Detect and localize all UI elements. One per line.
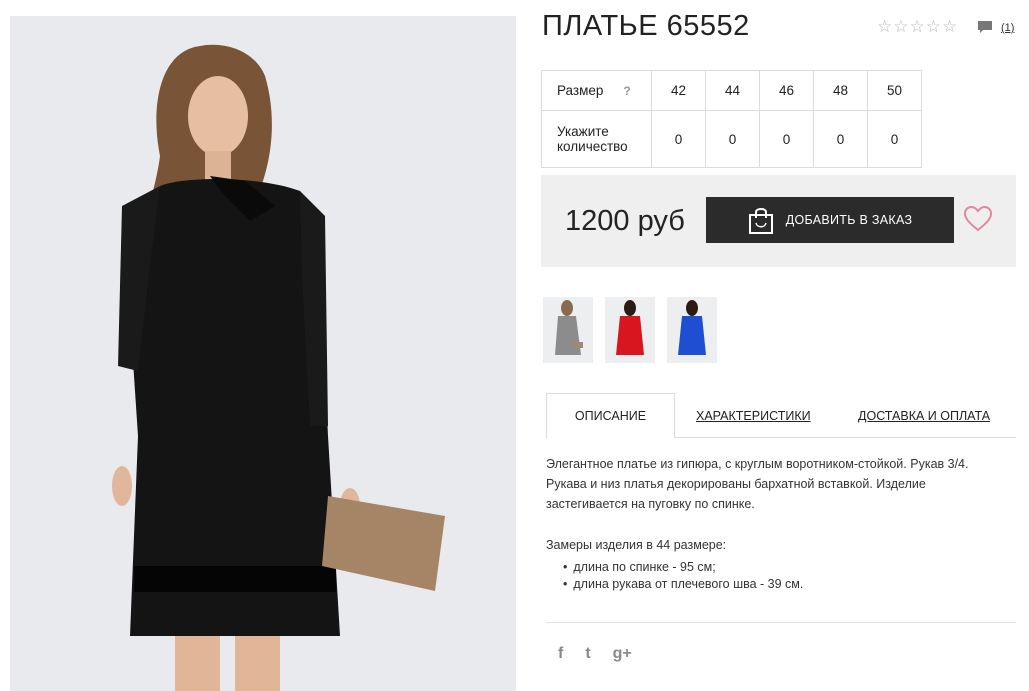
rating-stars[interactable]: ☆ ☆ ☆ ☆ ☆	[877, 18, 957, 35]
size-cell: 42	[651, 70, 706, 111]
star-icon[interactable]: ☆	[942, 18, 957, 35]
price: 1200 руб	[565, 205, 685, 237]
size-cell: 50	[867, 70, 922, 111]
size-label-cell: Размер?	[541, 70, 652, 111]
twitter-icon[interactable]: t	[585, 645, 590, 663]
buy-box: 1200 руб ДОБАВИТЬ В ЗАКАЗ	[541, 175, 1016, 267]
measure-item: длина по спинке - 95 см;	[563, 559, 803, 576]
comments-count-link[interactable]: (1)	[1001, 22, 1014, 34]
color-thumbnails	[543, 297, 717, 363]
size-cell: 46	[759, 70, 814, 111]
quantity-label: Укажите количество	[541, 110, 652, 168]
thumbnail-grey[interactable]	[543, 297, 593, 363]
product-tabs: ОПИСАНИЕ ХАРАКТЕРИСТИКИ ДОСТАВКА И ОПЛАТ…	[546, 393, 1016, 439]
facebook-icon[interactable]: f	[558, 645, 563, 663]
quantity-input[interactable]: 0	[813, 110, 868, 168]
measure-item: длина рукава от плечевого шва - 39 см.	[563, 576, 803, 593]
add-to-order-label: ДОБАВИТЬ В ЗАКАЗ	[785, 213, 913, 227]
googleplus-icon[interactable]: g+	[613, 645, 632, 663]
star-icon[interactable]: ☆	[910, 18, 925, 35]
tab-description[interactable]: ОПИСАНИЕ	[546, 393, 675, 439]
description-text: Элегантное платье из гипюра, с круглым в…	[546, 457, 969, 511]
quantity-input[interactable]: 0	[705, 110, 760, 168]
size-table: Размер? 42 44 46 48 50 Укажите количеств…	[541, 70, 922, 168]
tab-delivery-payment[interactable]: ДОСТАВКА И ОПЛАТА	[858, 393, 990, 438]
measures-list: длина по спинке - 95 см; длина рукава от…	[563, 559, 803, 593]
divider	[546, 622, 1016, 623]
help-icon[interactable]: ?	[623, 84, 630, 98]
size-label: Размер	[557, 83, 604, 98]
thumbnail-red[interactable]	[605, 297, 655, 363]
star-icon[interactable]: ☆	[877, 18, 892, 35]
star-icon[interactable]: ☆	[926, 18, 941, 35]
tab-characteristics[interactable]: ХАРАКТЕРИСТИКИ	[696, 393, 811, 438]
measures-title: Замеры изделия в 44 размере:	[546, 538, 727, 552]
size-cell: 44	[705, 70, 760, 111]
product-title: ПЛАТЬЕ 65552	[542, 10, 750, 42]
shopping-bag-icon	[748, 208, 773, 234]
thumbnail-blue[interactable]	[667, 297, 717, 363]
size-cell: 48	[813, 70, 868, 111]
quantity-input[interactable]: 0	[759, 110, 814, 168]
add-to-order-button[interactable]: ДОБАВИТЬ В ЗАКАЗ	[706, 197, 954, 243]
heart-icon[interactable]	[964, 206, 992, 232]
quantity-input[interactable]: 0	[651, 110, 706, 168]
star-icon[interactable]: ☆	[893, 18, 908, 35]
quantity-input[interactable]: 0	[867, 110, 922, 168]
social-share: f t g+	[558, 645, 632, 663]
product-main-image[interactable]	[10, 16, 516, 691]
comment-icon[interactable]	[977, 20, 993, 34]
